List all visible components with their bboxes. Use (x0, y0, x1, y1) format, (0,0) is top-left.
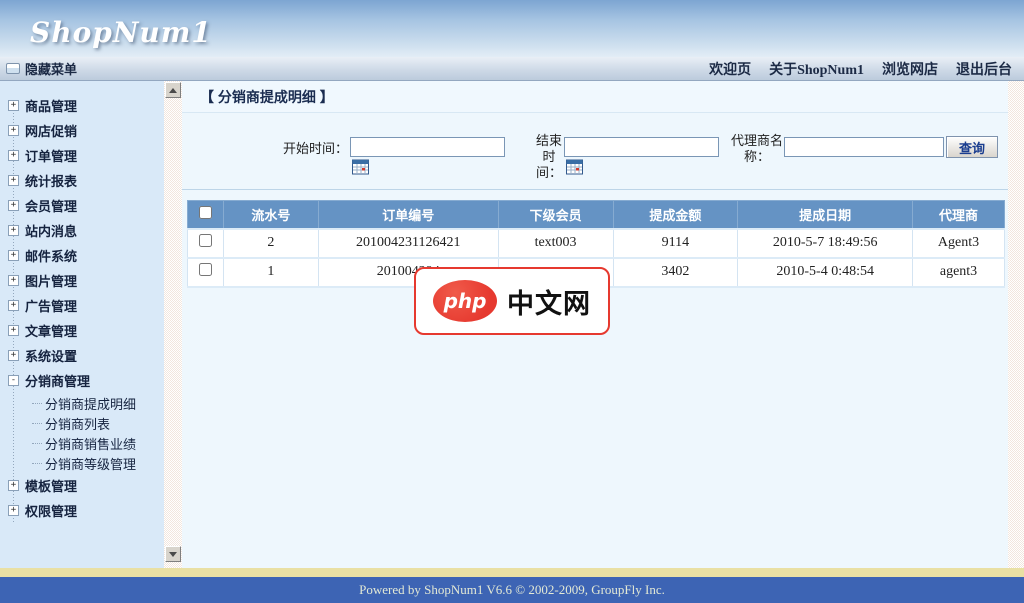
expand-icon[interactable]: + (8, 100, 19, 111)
expand-icon[interactable]: + (8, 325, 19, 336)
shopnum1-logo: ShopNum1 (30, 16, 212, 49)
cell-order: 201004231126421 (318, 229, 498, 258)
footer-text: Powered by ShopNum1 V6.6 © 2002-2009, Gr… (359, 582, 665, 598)
admin-page: ShopNum1 隐藏菜单 欢迎页 关于ShopNum1 浏览网店 退出后台 +… (0, 0, 1024, 603)
cell-amount: 9114 (613, 229, 738, 258)
sidebar-item-distributor-levels[interactable]: 分销商等级管理 (8, 453, 164, 473)
arrow-up-icon (169, 88, 177, 93)
agent-name-input[interactable] (784, 137, 944, 157)
cell-serial: 2 (223, 229, 318, 258)
expand-icon[interactable]: + (8, 250, 19, 261)
start-time-label: 开始时间： (260, 141, 348, 157)
end-calendar-icon[interactable] (566, 159, 583, 175)
sidebar-item-images[interactable]: +图片管理 (8, 268, 164, 293)
nav-about[interactable]: 关于ShopNum1 (769, 59, 864, 79)
sidebar-item-permissions[interactable]: +权限管理 (8, 498, 164, 523)
expand-icon[interactable]: + (8, 225, 19, 236)
collapse-icon[interactable]: - (8, 375, 19, 386)
expand-icon[interactable]: + (8, 350, 19, 361)
agent-name-label: 代理商名称： (728, 133, 786, 165)
php-cn-watermark: php 中文网 (414, 267, 610, 335)
scroll-down-button[interactable] (165, 546, 181, 562)
cell-date: 2010-5-7 18:49:56 (738, 229, 913, 258)
cell-member: text003 (498, 229, 613, 258)
row-checkbox-cell (188, 258, 224, 287)
sidebar-item-templates[interactable]: +模板管理 (8, 473, 164, 498)
sidebar-item-messages[interactable]: +站内消息 (8, 218, 164, 243)
hide-menu-label: 隐藏菜单 (25, 59, 77, 78)
row-checkbox[interactable] (199, 263, 212, 276)
scroll-up-button[interactable] (165, 82, 181, 98)
page-title-bar: 【 分销商提成明细 】 (182, 81, 1008, 113)
start-calendar-icon[interactable] (352, 159, 369, 175)
header-amount: 提成金额 (613, 201, 738, 229)
expand-icon[interactable]: + (8, 175, 19, 186)
footer-accent-strip (0, 568, 1024, 577)
expand-icon[interactable]: + (8, 275, 19, 286)
nav-logout[interactable]: 退出后台 (956, 59, 1012, 79)
hide-menu-toggle[interactable]: 隐藏菜单 (0, 59, 77, 78)
start-time-input[interactable] (350, 137, 505, 157)
search-button[interactable]: 查询 (946, 136, 998, 158)
end-time-label: 结束时间： (530, 133, 568, 181)
expand-icon[interactable]: + (8, 125, 19, 136)
sidebar-item-mail[interactable]: +邮件系统 (8, 243, 164, 268)
top-banner: ShopNum1 (0, 0, 1024, 57)
expand-icon[interactable]: + (8, 300, 19, 311)
table-header-row: 流水号 订单编号 下级会员 提成金额 提成日期 代理商 (188, 201, 1005, 229)
sidebar-item-members[interactable]: +会员管理 (8, 193, 164, 218)
footer: Powered by ShopNum1 V6.6 © 2002-2009, Gr… (0, 577, 1024, 603)
header-date: 提成日期 (738, 201, 913, 229)
sidebar-item-articles[interactable]: +文章管理 (8, 318, 164, 343)
nav-browse-shop[interactable]: 浏览网店 (882, 59, 938, 79)
expand-icon[interactable]: + (8, 150, 19, 161)
sidebar-item-system[interactable]: +系统设置 (8, 343, 164, 368)
page-title: 【 分销商提成明细 】 (200, 87, 334, 107)
sidebar-item-distributor-commission[interactable]: 分销商提成明细 (8, 393, 164, 413)
sidebar-item-distributor[interactable]: -分销商管理 (8, 368, 164, 393)
cell-agent: Agent3 (913, 229, 1005, 258)
sidebar-tree: +商品管理 +网店促销 +订单管理 +统计报表 +会员管理 +站内消息 +邮件系… (0, 81, 164, 523)
filter-form: 开始时间： 结束时间： 代理商名称： 查询 (182, 113, 1008, 190)
expand-icon[interactable]: + (8, 480, 19, 491)
cell-date: 2010-5-4 0:48:54 (738, 258, 913, 287)
header-order: 订单编号 (318, 201, 498, 229)
end-time-input[interactable] (564, 137, 719, 157)
sidebar-item-goods[interactable]: +商品管理 (8, 93, 164, 118)
php-logo-icon: php (433, 280, 497, 322)
sidebar-item-distributor-list[interactable]: 分销商列表 (8, 413, 164, 433)
sidebar-item-distributor-sales[interactable]: 分销商销售业绩 (8, 433, 164, 453)
cell-serial: 1 (223, 258, 318, 287)
expand-icon[interactable]: + (8, 505, 19, 516)
row-checkbox-cell (188, 229, 224, 258)
expand-icon[interactable]: + (8, 200, 19, 211)
cell-agent: agent3 (913, 258, 1005, 287)
select-all-checkbox[interactable] (199, 206, 212, 219)
menu-bar: 隐藏菜单 欢迎页 关于ShopNum1 浏览网店 退出后台 (0, 57, 1024, 81)
sidebar-item-promotion[interactable]: +网店促销 (8, 118, 164, 143)
nav-welcome[interactable]: 欢迎页 (709, 59, 751, 79)
sidebar-item-ads[interactable]: +广告管理 (8, 293, 164, 318)
sidebar-item-reports[interactable]: +统计报表 (8, 168, 164, 193)
watermark-text: 中文网 (507, 282, 591, 321)
table-row: 2 201004231126421 text003 9114 2010-5-7 … (188, 229, 1005, 258)
top-nav: 欢迎页 关于ShopNum1 浏览网店 退出后台 (709, 59, 1024, 79)
select-all-cell (188, 201, 224, 229)
arrow-down-icon (169, 552, 177, 557)
header-serial: 流水号 (223, 201, 318, 229)
cell-amount: 3402 (613, 258, 738, 287)
window-panel-icon (6, 63, 20, 74)
header-member: 下级会员 (498, 201, 613, 229)
sidebar: +商品管理 +网店促销 +订单管理 +统计报表 +会员管理 +站内消息 +邮件系… (0, 81, 164, 568)
row-checkbox[interactable] (199, 234, 212, 247)
right-scroll-track (1008, 81, 1024, 568)
sidebar-scrollbar[interactable] (164, 81, 182, 568)
sidebar-item-orders[interactable]: +订单管理 (8, 143, 164, 168)
header-agent: 代理商 (913, 201, 1005, 229)
